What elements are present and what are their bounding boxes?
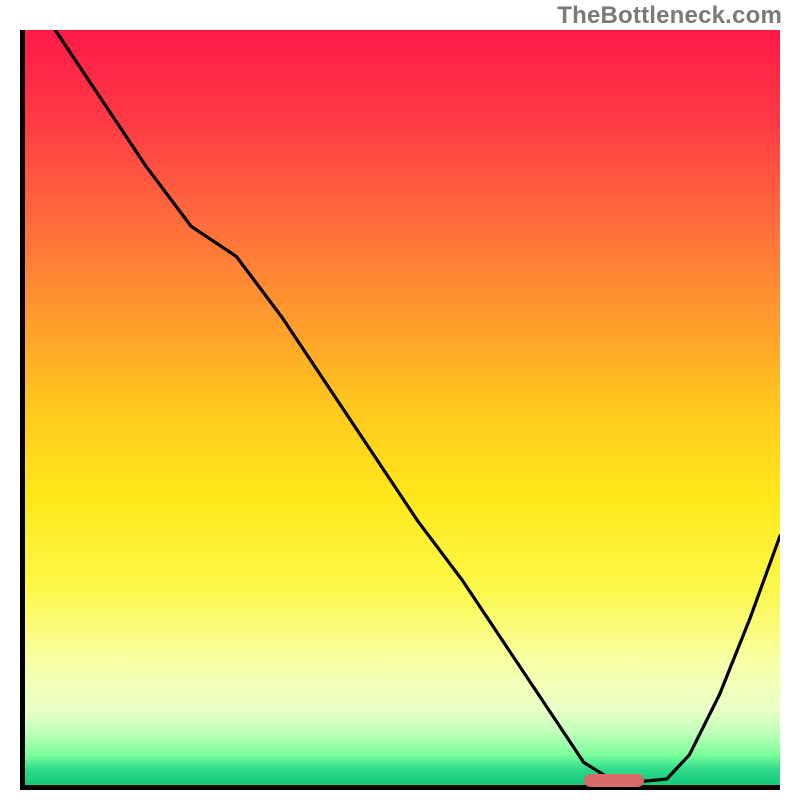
optimal-range-marker [584, 774, 644, 787]
bottleneck-curve [25, 30, 780, 785]
plot-area [20, 30, 780, 790]
watermark-text: TheBottleneck.com [557, 2, 782, 30]
chart-container: TheBottleneck.com [0, 0, 800, 800]
